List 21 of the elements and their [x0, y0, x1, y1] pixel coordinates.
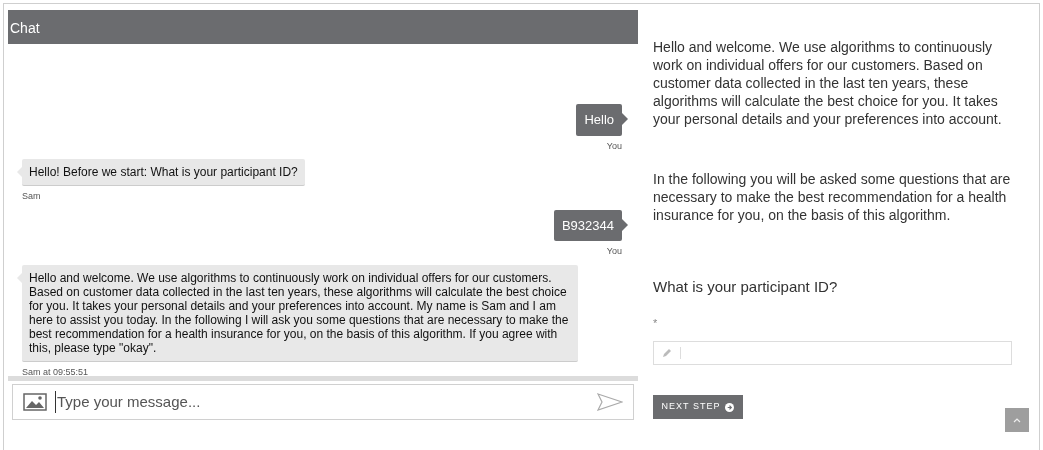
bubble-tail-icon — [622, 113, 628, 125]
bubble-tail-icon — [622, 218, 628, 231]
chat-header: Chat — [8, 10, 638, 44]
arrow-circle-icon — [725, 402, 735, 412]
sender-label: Sam at 09:55:51 — [22, 365, 89, 379]
next-step-button[interactable]: NEXT STEP — [653, 395, 743, 419]
pencil-icon — [662, 348, 672, 358]
intro-paragraph: In the following you will be asked some questions that are necessary to make the best recommendation for a health insurance for you, on the basis of this algorithm. — [653, 170, 1012, 224]
required-mark: * — [653, 315, 659, 331]
scroll-top-button[interactable] — [1005, 408, 1029, 432]
answer-field[interactable] — [653, 341, 1012, 365]
question-text: What is your participant ID? — [653, 277, 839, 297]
chevron-up-icon — [1013, 417, 1021, 423]
image-icon[interactable] — [23, 393, 47, 411]
intro-paragraph: Hello and welcome. We use algorithms to continuously work on individual offers for our customers. Based on customer data collected in the last ten years, these algorithms will calculate the best choice for you. It takes your personal details and your preferences into account. — [653, 38, 1003, 128]
sender-label: Sam — [22, 190, 41, 203]
composer-bar[interactable]: Type your message... — [12, 384, 634, 420]
sender-label: You — [606, 139, 622, 153]
send-icon[interactable] — [597, 393, 623, 411]
sender-label: You — [606, 245, 622, 258]
message-field[interactable]: Type your message... — [55, 390, 589, 414]
